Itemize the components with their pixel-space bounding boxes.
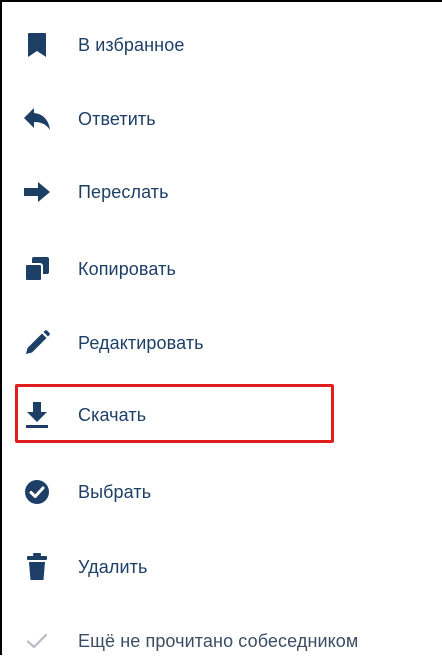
highlight-box (15, 384, 334, 443)
reply-icon (22, 104, 52, 134)
copy-icon (22, 254, 52, 284)
bookmark-icon (22, 30, 52, 60)
menu-item-select[interactable]: Выбрать (2, 472, 442, 512)
menu-item-forward[interactable]: Переслать (2, 172, 442, 212)
menu-item-delete[interactable]: Удалить (2, 547, 442, 587)
check-circle-icon (22, 477, 52, 507)
menu-item-edit[interactable]: Редактировать (2, 323, 442, 363)
forward-arrow-icon (22, 177, 52, 207)
menu-item-label: Ответить (78, 108, 156, 129)
menu-item-label: Копировать (78, 258, 176, 279)
read-status-item: Ещё не прочитано собеседником (2, 621, 442, 661)
menu-item-label: В избранное (78, 34, 185, 55)
context-menu-frame: В избранное Ответить Переслать Копироват… (0, 0, 442, 655)
menu-item-reply[interactable]: Ответить (2, 99, 442, 139)
pencil-icon (22, 328, 52, 358)
menu-item-label: Выбрать (78, 481, 152, 502)
menu-item-favorite[interactable]: В избранное (2, 25, 442, 65)
trash-icon (22, 552, 52, 582)
checkmark-icon (22, 626, 52, 656)
menu-item-label: Удалить (78, 556, 148, 577)
menu-item-label: Переслать (78, 181, 169, 202)
menu-item-copy[interactable]: Копировать (2, 249, 442, 289)
read-status-label: Ещё не прочитано собеседником (78, 630, 359, 651)
menu-item-label: Редактировать (78, 332, 204, 353)
